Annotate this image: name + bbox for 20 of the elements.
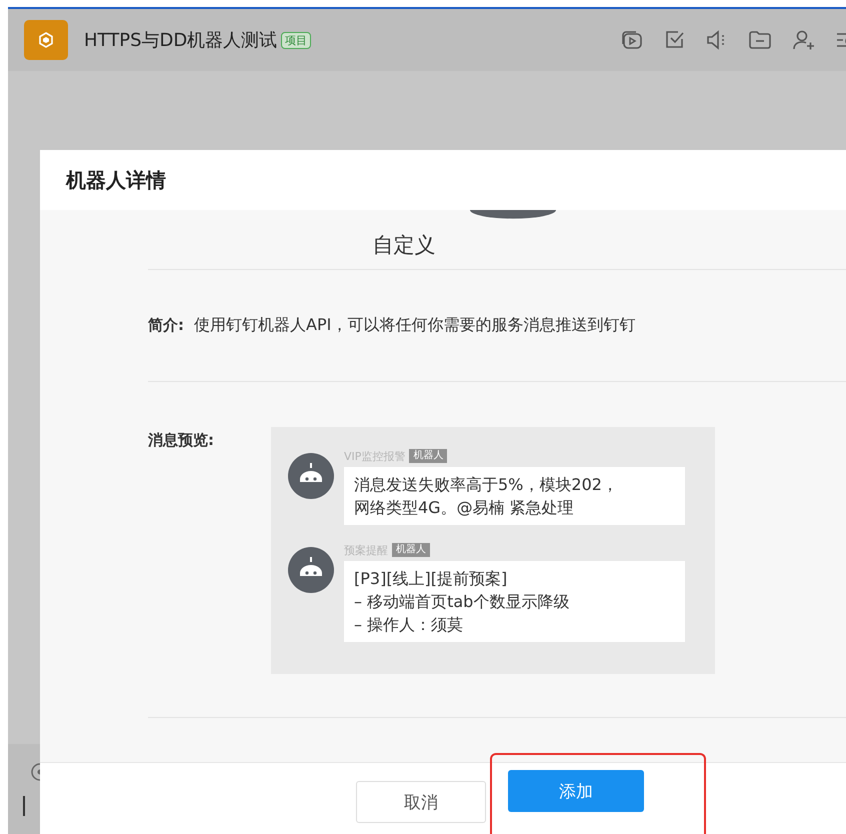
message-bubble: 消息发送失败率高于5%，模块202， 网络类型4G。@易楠 紧急处理 [344, 467, 685, 525]
robot-badge: 机器人 [392, 543, 430, 557]
checkbox-icon[interactable] [664, 29, 686, 51]
robot-icon [288, 453, 334, 499]
video-icon[interactable] [620, 29, 644, 51]
message-bubble: [P3][线上][提前预案] – 移动端首页tab个数显示降级 – 操作人：须莫 [344, 561, 685, 642]
dialog-title: 机器人详情 [66, 166, 166, 194]
preview-label: 消息预览: [148, 430, 214, 451]
project-tag: 项目 [281, 32, 312, 48]
folder-icon[interactable] [748, 29, 772, 51]
cancel-button[interactable]: 取消 [356, 781, 486, 823]
robot-icon [288, 547, 334, 593]
robot-badge: 机器人 [409, 449, 448, 463]
add-user-icon[interactable] [792, 29, 816, 51]
project-logo-icon [24, 20, 68, 60]
project-title: HTTPS与DD机器人测试 [84, 29, 278, 52]
intro-text: 使用钉钉机器人API，可以将任何你需要的服务消息推送到钉钉 [194, 315, 636, 336]
intro-label: 简介: [148, 316, 184, 335]
robot-name: 自定义 [372, 232, 436, 259]
text-cursor [23, 796, 25, 816]
